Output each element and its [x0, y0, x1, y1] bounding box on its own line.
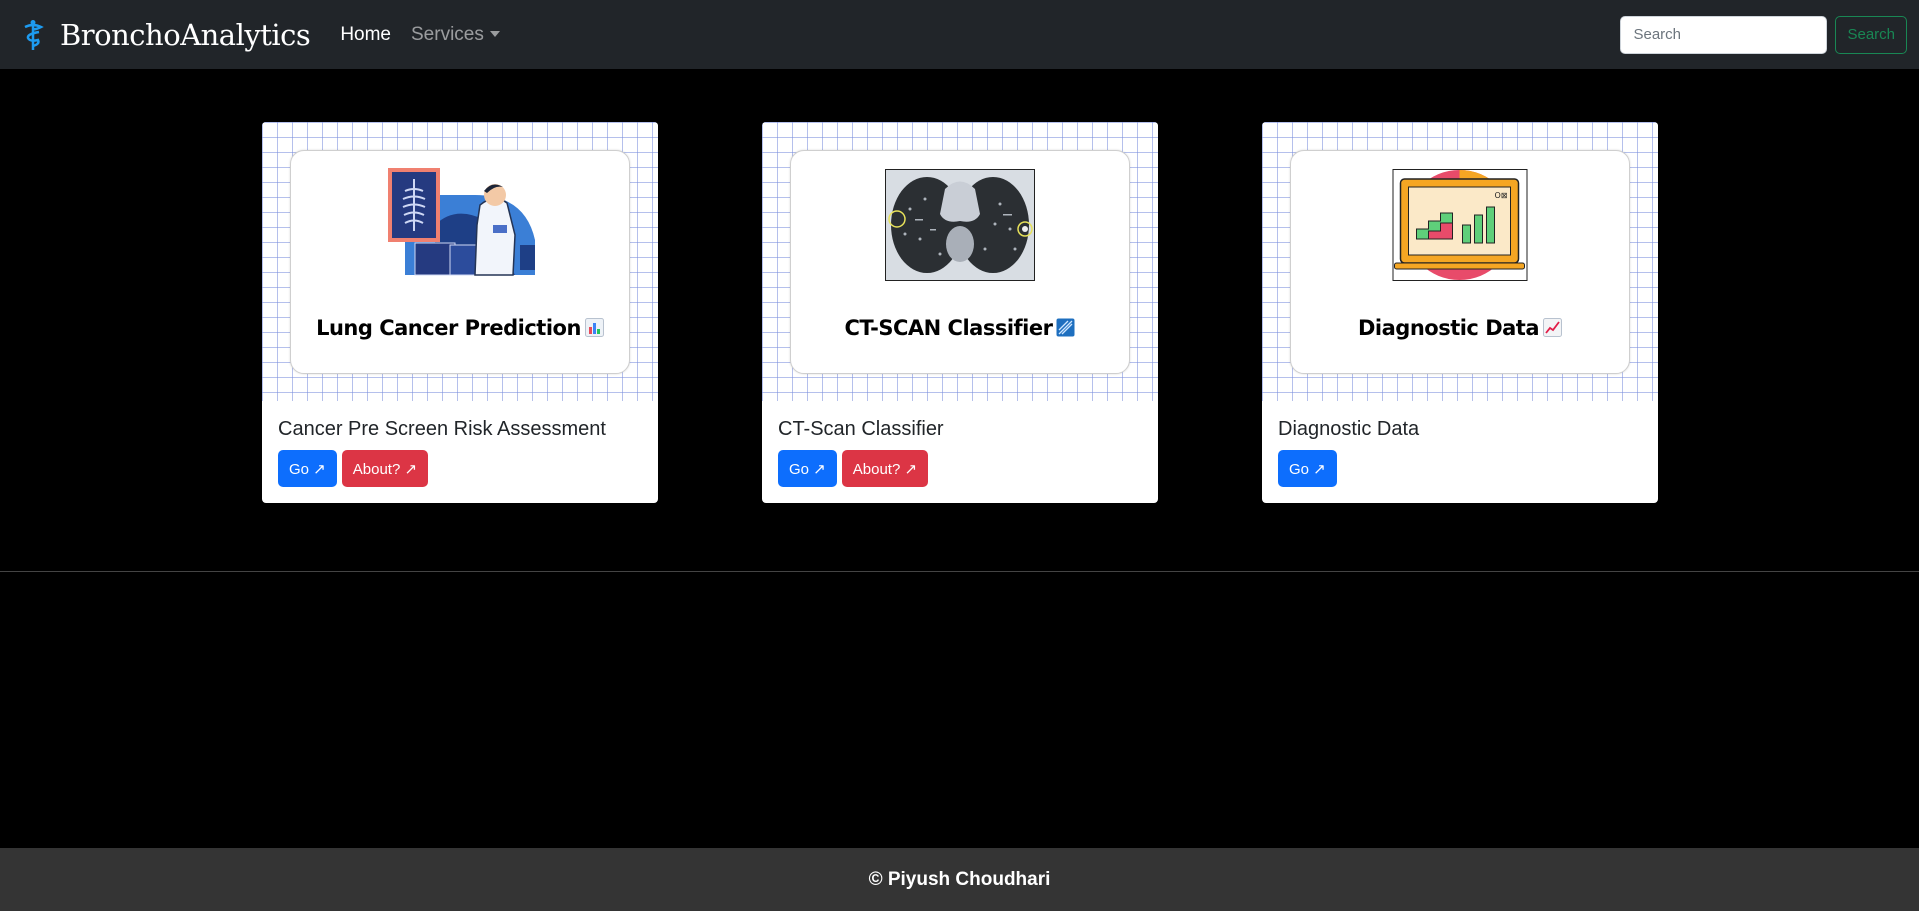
service-card-ct-scan: CT-SCAN Classifier CT-Scan Classifier Go…: [762, 122, 1158, 503]
card-actions: Go ↗: [1278, 450, 1642, 487]
card-image: Lung Cancer Prediction: [262, 122, 658, 401]
card-body: Cancer Pre Screen Risk Assessment Go ↗ A…: [278, 418, 642, 487]
nav-links: Home Services: [332, 16, 508, 54]
divider: [0, 571, 1919, 572]
caret-down-icon: [489, 30, 500, 37]
go-button[interactable]: Go ↗: [278, 450, 337, 487]
laptop-analytics-icon: O⊠: [1392, 169, 1528, 286]
card-title: Cancer Pre Screen Risk Assessment: [278, 418, 606, 440]
nav-services-label: Services: [411, 23, 484, 45]
card-actions: Go ↗ About? ↗: [278, 450, 642, 487]
card-heading: CT-SCAN Classifier: [791, 316, 1129, 340]
card-heading-text: CT-SCAN Classifier: [844, 316, 1053, 340]
navbar: BronchoAnalytics Home Services Search: [0, 0, 1919, 69]
card-image: CT-SCAN Classifier: [762, 122, 1158, 401]
ct-scan-icon: [1056, 318, 1075, 337]
go-button[interactable]: Go ↗: [1278, 450, 1337, 487]
footer: © Piyush Choudhari: [0, 848, 1919, 911]
doctor-xray-icon: [385, 165, 535, 285]
caduceus-icon: [20, 18, 46, 52]
chart-increasing-icon: [1543, 318, 1563, 337]
card-heading-text: Diagnostic Data: [1357, 316, 1540, 340]
search-button[interactable]: Search: [1835, 15, 1907, 54]
card-actions: Go ↗ About? ↗: [778, 450, 1142, 487]
go-button[interactable]: Go ↗: [778, 450, 837, 487]
nav-home[interactable]: Home: [332, 16, 399, 54]
card-heading-text: Lung Cancer Prediction: [316, 316, 581, 340]
card-title: Diagnostic Data: [1278, 418, 1420, 440]
card-body: CT-Scan Classifier Go ↗ About? ↗: [778, 418, 1142, 487]
card-image: O⊠ Diagnostic Data: [1262, 122, 1658, 401]
brand-link[interactable]: BronchoAnalytics: [20, 17, 311, 52]
service-card-lung-cancer: Lung Cancer Prediction Cancer Pre Screen…: [262, 122, 658, 503]
bar-chart-icon: [584, 318, 604, 337]
card-image-panel: Lung Cancer Prediction: [290, 150, 630, 374]
card-image-panel: O⊠ Diagnostic Data: [1290, 150, 1630, 374]
card-title: CT-Scan Classifier: [778, 418, 944, 440]
card-body: Diagnostic Data Go ↗: [1278, 418, 1642, 487]
brand-name: BronchoAnalytics: [60, 17, 311, 52]
service-card-diagnostic-data: O⊠ Diagnostic Data Diagnostic Data Go ↗: [1262, 122, 1658, 503]
nav-services-dropdown[interactable]: Services: [403, 16, 508, 54]
footer-copyright: © Piyush Choudhari: [868, 868, 1051, 890]
search-input[interactable]: [1620, 15, 1828, 54]
about-button[interactable]: About? ↗: [341, 450, 429, 487]
card-image-panel: CT-SCAN Classifier: [790, 150, 1130, 374]
search-form: Search: [1620, 15, 1907, 54]
about-button[interactable]: About? ↗: [841, 450, 929, 487]
card-heading: Diagnostic Data: [1291, 316, 1629, 340]
card-heading: Lung Cancer Prediction: [291, 316, 629, 340]
svg-text:O⊠: O⊠: [1495, 191, 1508, 200]
lung-ct-scan-icon: [885, 169, 1035, 286]
